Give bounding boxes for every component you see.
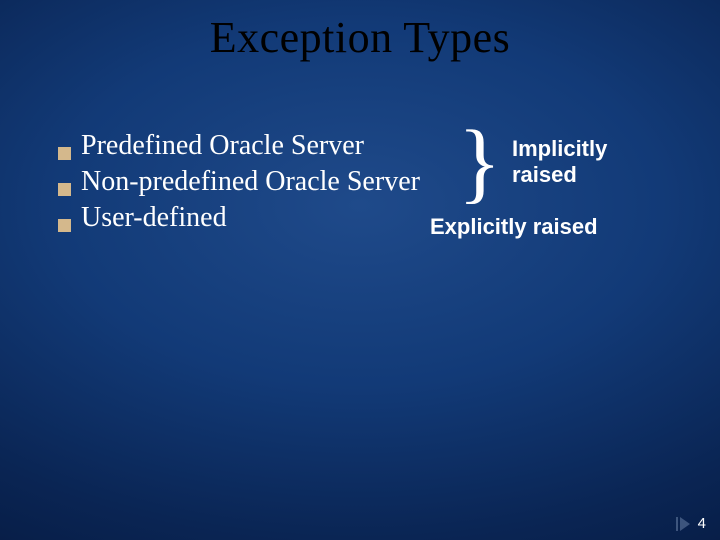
- bullet-icon: [58, 147, 71, 160]
- implicit-raised-label: Implicitly raised: [512, 136, 607, 189]
- bullet-icon: [58, 183, 71, 196]
- slide-title: Exception Types: [0, 12, 720, 63]
- bullet-icon: [58, 219, 71, 232]
- slide: Exception Types Predefined Oracle Server…: [0, 0, 720, 540]
- brace-symbol: }: [458, 118, 501, 208]
- explicit-raised-label: Explicitly raised: [430, 214, 598, 240]
- next-slide-icon[interactable]: [676, 517, 690, 531]
- bullet-text: Non-predefined Oracle Server: [81, 166, 420, 198]
- implicit-line1: Implicitly: [512, 136, 607, 161]
- bullet-text: Predefined Oracle Server: [81, 130, 364, 162]
- page-number: 4: [698, 515, 706, 532]
- footer: 4: [676, 515, 706, 532]
- bullet-text: User-defined: [81, 202, 227, 234]
- implicit-line2: raised: [512, 162, 577, 187]
